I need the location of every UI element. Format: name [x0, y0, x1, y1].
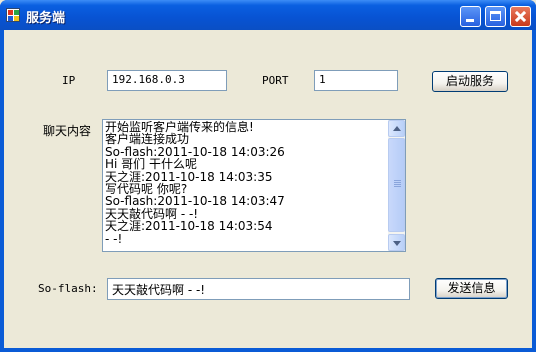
scroll-down-button[interactable]: [388, 234, 405, 251]
close-button[interactable]: [510, 6, 531, 27]
port-input[interactable]: 1: [314, 70, 398, 91]
window-title: 服务端: [26, 11, 66, 26]
chat-scrollbar[interactable]: [388, 120, 405, 251]
maximize-button[interactable]: [485, 6, 506, 27]
chat-text: 开始监听客户端传来的信息! 客户端连接成功 So-flash:2011-10-18 …: [105, 121, 388, 250]
scroll-thumb[interactable]: [388, 138, 405, 232]
form-body: IP 192.168.0.3 PORT 1 启动服务 聊天内容 开始监听客户端传…: [4, 30, 532, 348]
chat-line: So-flash:2011-10-18 14:03:47: [105, 194, 285, 209]
chat-line: 天之涯:2011-10-18 14:03:54: [105, 219, 273, 234]
send-message-button[interactable]: 发送信息: [435, 278, 508, 299]
start-service-button[interactable]: 启动服务: [432, 71, 508, 92]
minimize-icon: [466, 19, 474, 22]
minimize-button[interactable]: [460, 6, 481, 27]
grip-line: [394, 180, 401, 181]
grip-line: [394, 186, 401, 187]
maximize-icon: [490, 11, 501, 21]
grip-line: [394, 184, 401, 185]
ip-label: IP: [62, 74, 76, 87]
chat-log[interactable]: 开始监听客户端传来的信息! 客户端连接成功 So-flash:2011-10-18 …: [102, 119, 406, 252]
chat-label: 聊天内容: [43, 124, 92, 138]
grip-line: [394, 182, 401, 183]
scroll-up-button[interactable]: [388, 120, 405, 137]
close-icon: [511, 7, 530, 26]
message-input[interactable]: 天天敲代码啊 - -!: [107, 278, 410, 300]
title-bar[interactable]: 服务端: [0, 0, 536, 30]
sender-label: So-flash:: [38, 282, 98, 295]
chat-line: Hi 哥们 干什么呢: [105, 157, 197, 172]
chat-line: 客户端连接成功: [105, 132, 190, 147]
app-icon: [6, 8, 20, 22]
ip-input[interactable]: 192.168.0.3: [107, 70, 227, 91]
main-window: 服务端 IP 192.168.0.3 PORT 1 启动服务 聊天内容 开始监听…: [0, 0, 536, 352]
arrow-up-icon: [393, 126, 401, 131]
chat-line: - -!: [105, 231, 123, 246]
arrow-down-icon: [393, 241, 401, 246]
port-label: PORT: [262, 74, 289, 87]
